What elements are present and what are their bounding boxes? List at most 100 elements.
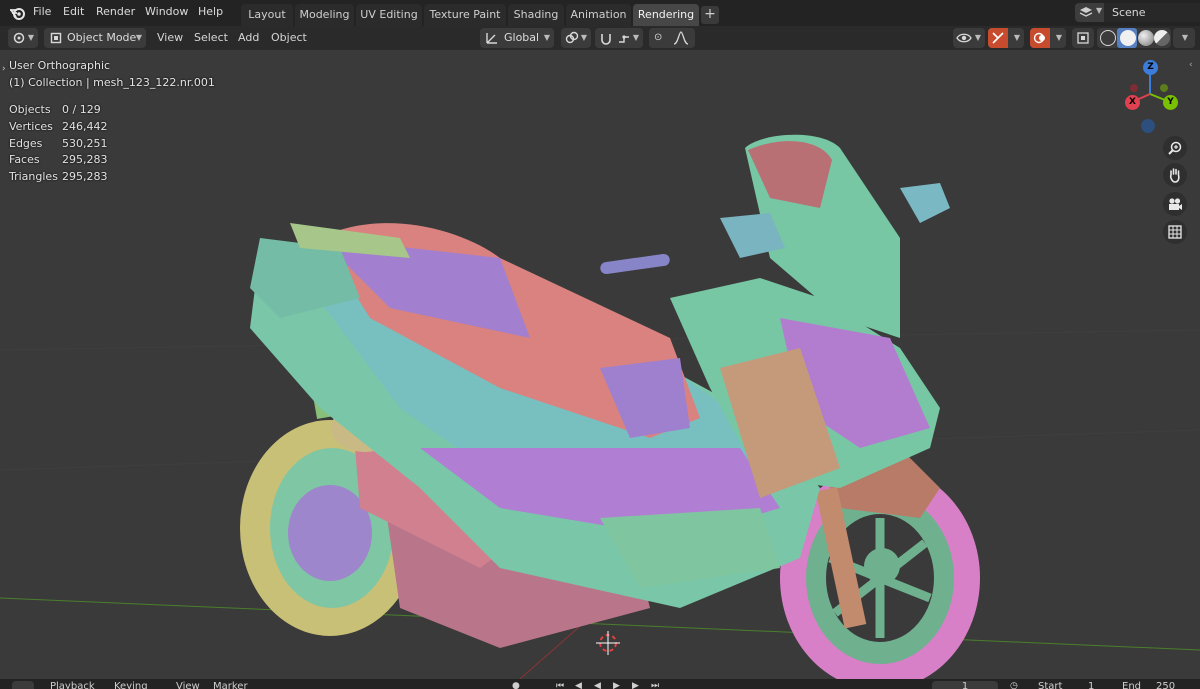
chevron-down-icon: ▼	[1096, 6, 1103, 15]
jump-end-icon[interactable]: ⏭	[651, 681, 659, 689]
camera-icon	[1169, 198, 1182, 210]
tab-uv-editing[interactable]: UV Editing	[356, 4, 422, 26]
sidebar-toggle-icon[interactable]: ›	[2, 64, 6, 74]
solid-shading-icon[interactable]	[1120, 30, 1136, 46]
right-mirror	[900, 183, 950, 223]
pivot-point-button[interactable]: ▼	[561, 28, 591, 48]
tab-animation[interactable]: Animation	[566, 4, 631, 26]
pan-hand-icon	[1169, 168, 1180, 183]
chevron-down-icon: ▼	[580, 33, 587, 42]
menu-window[interactable]: Window	[145, 5, 188, 18]
properties-toggle-icon[interactable]: ‹	[1189, 60, 1193, 70]
start-frame-label: Start	[1038, 681, 1063, 689]
prev-keyframe-icon[interactable]: ◀	[575, 681, 582, 689]
chevron-down-icon: ▼	[1013, 33, 1020, 42]
end-frame-value[interactable]: 250	[1156, 681, 1175, 689]
rendered-shading-icon[interactable]	[1154, 30, 1170, 46]
overlay-toggle-button[interactable]: ▼	[1030, 28, 1066, 48]
clock-icon[interactable]: ◷	[1010, 681, 1018, 689]
timeline-editor-type-button[interactable]	[12, 681, 34, 689]
gizmo-z-axis[interactable]: Z	[1143, 60, 1158, 75]
menu-marker[interactable]: Marker	[213, 681, 248, 689]
zoom-button[interactable]	[1163, 136, 1187, 160]
editor-type-icon	[13, 32, 25, 44]
menu-object[interactable]: Object	[271, 31, 307, 44]
handlebar	[600, 253, 670, 275]
editor-type-button[interactable]: ▼	[8, 28, 38, 48]
zoom-icon	[1168, 141, 1182, 155]
chevron-down-icon: ▼	[543, 33, 550, 42]
chevron-down-icon: ▼	[632, 33, 639, 42]
gizmo-x-axis[interactable]: X	[1125, 95, 1140, 110]
link-icon	[565, 31, 579, 44]
visibility-button[interactable]: ▼	[953, 28, 985, 48]
stat-faces-value: 295,283	[62, 153, 108, 166]
menu-render[interactable]: Render	[96, 5, 135, 18]
gizmo-toggle-button[interactable]: ▼	[988, 28, 1024, 48]
gizmo-y-axis[interactable]: Y	[1163, 95, 1178, 110]
add-workspace-button[interactable]: +	[701, 6, 719, 24]
collection-info: (1) Collection | mesh_123_122.nr.001	[9, 76, 215, 89]
transform-icon	[486, 33, 497, 44]
stat-objects-label: Objects	[9, 103, 51, 116]
gizmo-icon	[992, 32, 1004, 44]
menu-keying[interactable]: Keying	[114, 681, 148, 689]
tab-layout[interactable]: Layout	[241, 4, 293, 26]
shading-mode-group	[1097, 28, 1171, 48]
tab-rendering[interactable]: Rendering	[633, 4, 699, 26]
chevron-down-icon: ▼	[135, 33, 142, 42]
tab-modeling[interactable]: Modeling	[295, 4, 354, 26]
menu-help[interactable]: Help	[198, 5, 223, 18]
menu-playback[interactable]: Playback	[50, 681, 95, 689]
3d-cursor-icon[interactable]	[596, 631, 620, 655]
grid-view-icon	[1168, 225, 1182, 239]
scene-name-field[interactable]: Scene	[1104, 3, 1200, 22]
snap-button[interactable]: ▼	[595, 28, 643, 48]
play-reverse-icon[interactable]: ◀	[594, 681, 601, 689]
end-frame-label: End	[1122, 681, 1142, 689]
menu-timeline-view[interactable]: View	[176, 681, 200, 689]
transform-orientation-label: Global	[504, 31, 540, 44]
chevron-down-icon: ▼	[1181, 33, 1188, 42]
stat-vertices-value: 246,442	[62, 120, 108, 133]
timeline-header: Playback Keying View Marker ● ⏮ ◀ ◀ ▶ ▶ …	[0, 679, 1200, 689]
record-icon[interactable]: ●	[512, 681, 520, 689]
scooter-model[interactable]	[200, 88, 980, 679]
material-shading-icon[interactable]	[1138, 30, 1154, 46]
proportional-editing-button[interactable]: ⊙	[649, 28, 695, 48]
object-mode-dropdown[interactable]: Object Mode ▼	[44, 28, 146, 48]
object-mode-icon	[50, 32, 62, 44]
pan-button[interactable]	[1163, 163, 1187, 187]
proportional-icon: ⊙	[654, 32, 663, 43]
next-keyframe-icon[interactable]: ▶	[632, 681, 639, 689]
stat-triangles-value: 295,283	[62, 170, 108, 183]
tab-shading[interactable]: Shading	[508, 4, 564, 26]
perspective-toggle-button[interactable]	[1163, 220, 1187, 244]
viewport-header: ▼ Object Mode ▼ View Select Add Object G…	[0, 26, 1200, 50]
stat-vertices-label: Vertices	[9, 120, 53, 133]
snap-icon	[601, 34, 611, 45]
tab-texture-paint[interactable]: Texture Paint	[424, 4, 506, 26]
stat-faces-label: Faces	[9, 153, 40, 166]
stat-edges-value: 530,251	[62, 137, 108, 150]
wireframe-shading-icon[interactable]	[1100, 30, 1116, 46]
chevron-down-icon: ▼	[1055, 33, 1062, 42]
jump-start-icon[interactable]: ⏮	[556, 681, 564, 689]
play-icon[interactable]: ▶	[613, 681, 620, 689]
visibility-icon	[956, 33, 972, 43]
start-frame-value[interactable]: 1	[1088, 681, 1094, 689]
object-mode-label: Object Mode	[67, 31, 137, 44]
shading-options-button[interactable]: ▼	[1173, 28, 1195, 48]
3d-viewport[interactable]: › User Orthographic (1) Collection | mes…	[0, 50, 1200, 679]
menu-view[interactable]: View	[157, 31, 183, 44]
transform-orientation-dropdown[interactable]: Global ▼	[480, 28, 554, 48]
menu-select[interactable]: Select	[194, 31, 228, 44]
camera-view-button[interactable]	[1163, 192, 1187, 216]
current-frame-field[interactable]: 1	[932, 681, 998, 689]
menu-add[interactable]: Add	[238, 31, 259, 44]
menu-edit[interactable]: Edit	[63, 5, 84, 18]
xray-toggle-button[interactable]	[1072, 28, 1094, 48]
falloff-curve-icon	[673, 31, 689, 45]
menu-file[interactable]: File	[33, 5, 51, 18]
blender-logo-icon[interactable]	[8, 4, 26, 22]
